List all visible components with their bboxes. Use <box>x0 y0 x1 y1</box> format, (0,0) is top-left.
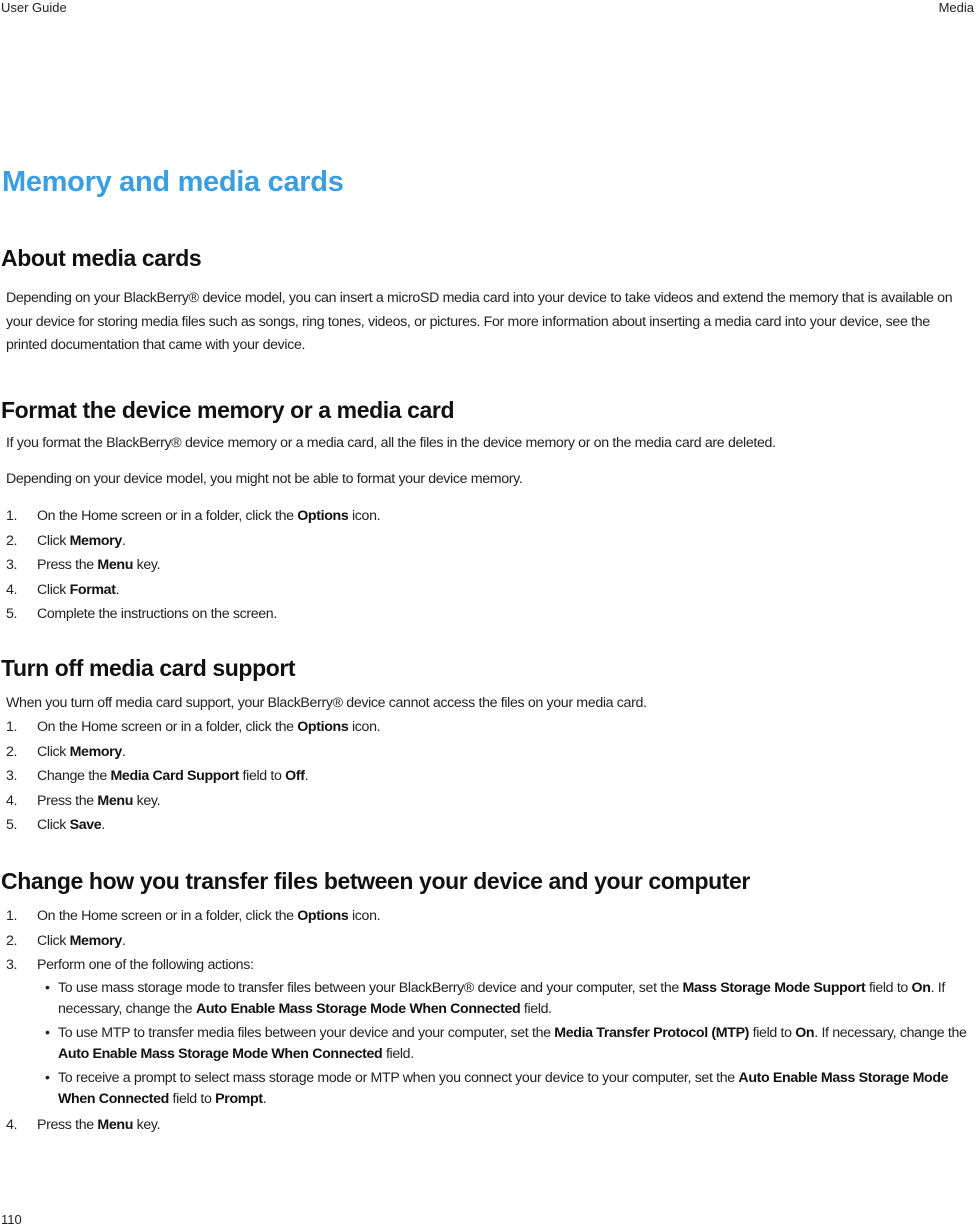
step: 1. On the Home screen or in a folder, cli… <box>6 508 381 524</box>
turnoff-paragraph: When you turn off media card support, yo… <box>6 695 647 711</box>
turnoff-steps: 1. On the Home screen or in a folder, cli… <box>6 715 972 838</box>
transfer-steps: 1. On the Home screen or in a folder, cli… <box>6 904 972 1137</box>
action-option: • To receive a prompt to select mass stor… <box>45 1069 949 1107</box>
step: 1. On the Home screen or in a folder, cli… <box>6 908 381 924</box>
format-paragraph-1: If you format the BlackBerry® device mem… <box>6 435 776 451</box>
step: 4. Press the Menu key. <box>6 792 161 809</box>
step: 5. Complete the instructions on the scree… <box>6 606 277 622</box>
page-header: User Guide Media <box>0 0 976 18</box>
bullet-icon: • <box>45 1024 50 1041</box>
action-option: • To use mass storage mode to transfer fi… <box>45 979 945 1017</box>
step: 5. Click Save. <box>6 817 105 833</box>
heading-turn-off-support: Turn off media card support <box>1 655 296 681</box>
about-paragraph: Depending on your BlackBerry® device mod… <box>6 290 953 353</box>
step: 4. Click Format. <box>6 581 120 598</box>
bullet-icon: • <box>45 1069 50 1086</box>
header-chapter: Media <box>938 0 974 15</box>
action-options: • To use mass storage mode to transfer fi… <box>37 978 972 1110</box>
step: 2. Click Memory. <box>6 932 126 949</box>
step: 4. Press the Menu key. <box>6 1116 161 1133</box>
step: 3. Change the Media Card Support field to… <box>6 768 309 784</box>
heading-about-media-cards: About media cards <box>1 245 202 271</box>
page-number: 110 <box>1 1212 22 1227</box>
page-title: Memory and media cards <box>2 166 344 198</box>
bullet-icon: • <box>45 979 50 996</box>
action-option: • To use MTP to transfer media files betw… <box>45 1024 967 1062</box>
format-paragraph-2: Depending on your device model, you migh… <box>6 471 523 487</box>
step: 3. Perform one of the following actions: … <box>6 953 972 1110</box>
step: 2. Click Memory. <box>6 743 126 760</box>
step: 2. Click Memory. <box>6 532 126 549</box>
step: 3. Press the Menu key. <box>6 557 161 573</box>
heading-format: Format the device memory or a media card <box>1 397 455 423</box>
heading-change-transfer: Change how you transfer files between yo… <box>1 868 750 894</box>
header-doc-title: User Guide <box>1 0 67 15</box>
step: 1. On the Home screen or in a folder, cli… <box>6 719 381 735</box>
format-steps: 1. On the Home screen or in a folder, cli… <box>6 504 972 627</box>
